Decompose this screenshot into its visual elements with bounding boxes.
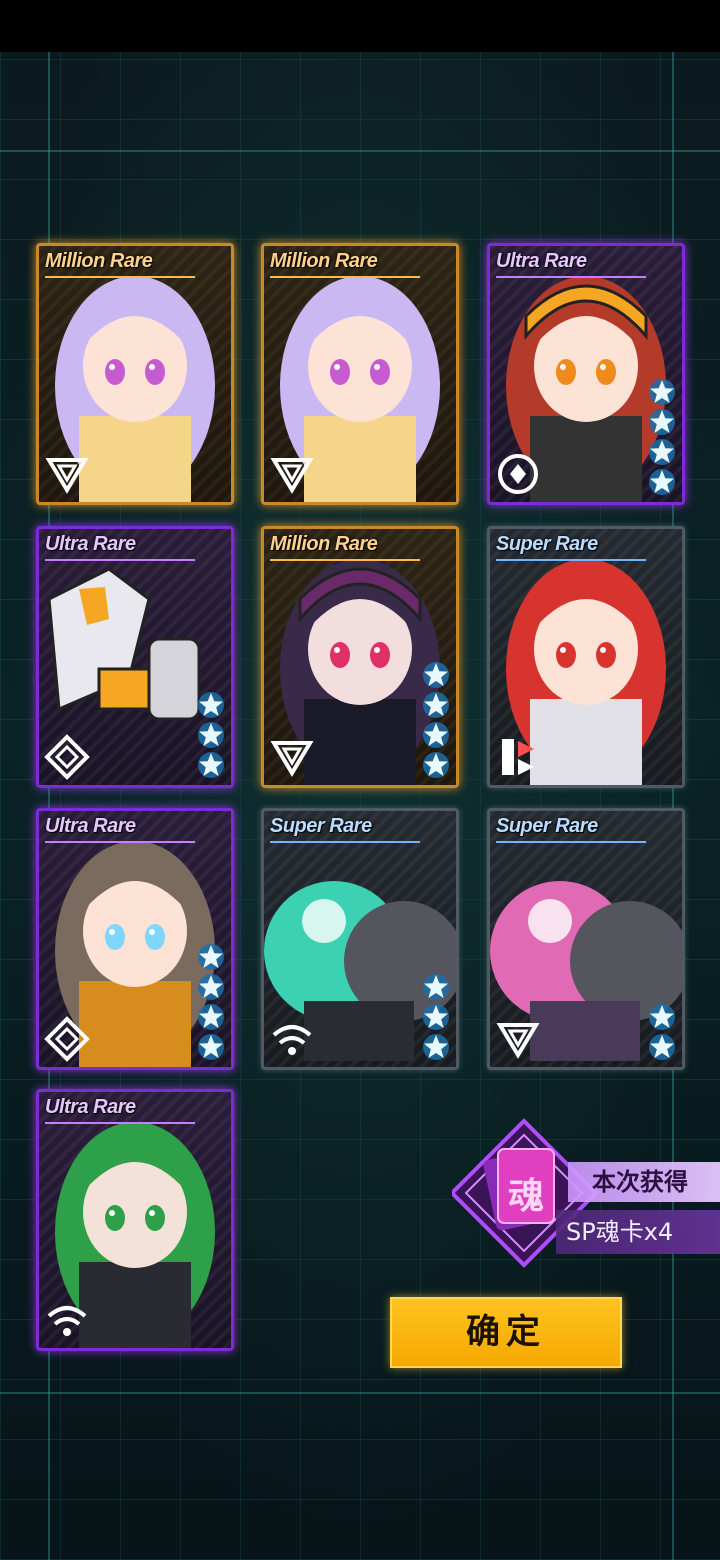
star-icon — [198, 722, 224, 748]
star-icon — [423, 1004, 449, 1030]
star-rating — [648, 378, 676, 496]
rarity-underline — [45, 841, 195, 843]
rarity-underline — [496, 559, 646, 561]
character-card[interactable]: Million Rare — [36, 243, 234, 505]
star-icon — [423, 722, 449, 748]
star-rating — [197, 943, 225, 1061]
rarity-label: Million Rare — [45, 250, 153, 272]
character-card[interactable]: Super Rare — [261, 808, 459, 1070]
star-icon — [198, 1034, 224, 1060]
rarity-label: Million Rare — [270, 533, 378, 555]
triangle-emblem-icon — [270, 741, 314, 777]
character-card[interactable]: Super Rare — [487, 808, 685, 1070]
triangle-emblem-icon — [45, 458, 89, 494]
grid-line — [0, 150, 720, 152]
star-icon — [198, 692, 224, 718]
soul-card-badge-char: 魂 — [508, 1176, 544, 1217]
star-icon — [649, 439, 675, 465]
star-icon — [198, 974, 224, 1000]
triangle-emblem-icon — [270, 458, 314, 494]
star-icon — [649, 409, 675, 435]
star-rating — [422, 973, 450, 1061]
rarity-label: Ultra Rare — [45, 533, 136, 555]
star-icon — [649, 379, 675, 405]
character-card[interactable]: Ultra Rare — [36, 808, 234, 1070]
star-icon — [198, 944, 224, 970]
rarity-underline — [496, 276, 646, 278]
rarity-label: Ultra Rare — [45, 815, 136, 837]
circle-emblem-icon — [498, 454, 538, 494]
star-icon — [423, 662, 449, 688]
status-bar — [0, 0, 720, 52]
wifi-emblem-icon — [47, 1306, 87, 1336]
rarity-underline — [45, 1122, 195, 1124]
reward-amount: SP魂卡x4 — [556, 1210, 720, 1254]
star-icon — [423, 1034, 449, 1060]
character-card[interactable]: Ultra Rare — [36, 526, 234, 788]
star-icon — [649, 1004, 675, 1030]
character-card[interactable]: Million Rare — [261, 526, 459, 788]
star-icon — [198, 752, 224, 778]
rarity-label: Million Rare — [270, 250, 378, 272]
reward-title: 本次获得 — [568, 1162, 720, 1202]
star-icon — [198, 1004, 224, 1030]
rarity-underline — [496, 841, 646, 843]
stripes-emblem-icon — [502, 739, 534, 775]
star-icon — [423, 974, 449, 1000]
triangle-emblem-icon — [496, 1023, 540, 1059]
star-icon — [423, 692, 449, 718]
rarity-underline — [45, 559, 195, 561]
rarity-label: Super Rare — [270, 815, 372, 837]
rarity-underline — [270, 841, 420, 843]
diamond-emblem-icon — [44, 1016, 90, 1062]
character-card[interactable]: Super Rare — [487, 526, 685, 788]
wifi-emblem-icon — [272, 1025, 312, 1055]
rarity-label: Ultra Rare — [496, 250, 587, 272]
rarity-label: Ultra Rare — [45, 1096, 136, 1118]
grid-line — [0, 1392, 720, 1394]
rarity-label: Super Rare — [496, 533, 598, 555]
star-icon — [649, 469, 675, 495]
confirm-button[interactable]: 确定 — [390, 1297, 622, 1368]
rarity-underline — [45, 276, 195, 278]
rarity-label: Super Rare — [496, 815, 598, 837]
star-rating — [197, 691, 225, 779]
rarity-underline — [270, 559, 420, 561]
star-icon — [423, 752, 449, 778]
star-rating — [648, 1003, 676, 1061]
diamond-emblem-icon — [44, 734, 90, 780]
character-card[interactable]: Ultra Rare — [487, 243, 685, 505]
rarity-underline — [270, 276, 420, 278]
character-card[interactable]: Million Rare — [261, 243, 459, 505]
star-rating — [422, 661, 450, 779]
star-icon — [649, 1034, 675, 1060]
character-card[interactable]: Ultra Rare — [36, 1089, 234, 1351]
